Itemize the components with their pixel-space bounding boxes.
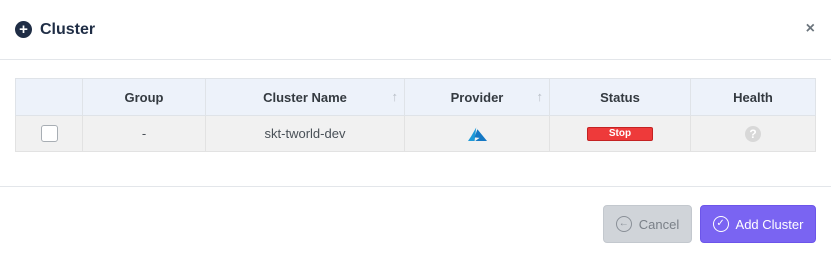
- row-select-cell: [15, 115, 83, 152]
- add-cluster-button-label: Add Cluster: [735, 216, 804, 232]
- column-header-select: [15, 78, 83, 116]
- column-header-cluster-name-label: Cluster Name: [263, 89, 347, 105]
- column-header-health[interactable]: Health: [690, 78, 816, 116]
- status-badge: Stop: [587, 127, 653, 142]
- check-circle-icon: ✓: [712, 216, 729, 232]
- column-header-status-label: Status: [600, 89, 640, 105]
- table-row[interactable]: - skt-tworld-dev Stop ?: [15, 115, 816, 152]
- column-header-group[interactable]: Group: [82, 78, 206, 116]
- cluster-name-cell: skt-tworld-dev: [205, 115, 405, 152]
- dialog-title: Cluster: [40, 20, 96, 38]
- table-header-row: Group Cluster Name ↑ Provider ↑ Status H…: [15, 78, 816, 116]
- provider-cell: [404, 115, 550, 152]
- sort-arrow-icon[interactable]: ↑: [537, 89, 544, 104]
- dialog-body: Group Cluster Name ↑ Provider ↑ Status H…: [0, 60, 831, 187]
- add-circle-icon: +: [15, 21, 32, 38]
- add-cluster-dialog: + Cluster × Group Cluster Name ↑ Provide…: [0, 0, 831, 259]
- column-header-cluster-name[interactable]: Cluster Name ↑: [205, 78, 405, 116]
- cancel-button[interactable]: ← Cancel: [603, 205, 692, 243]
- dialog-header: + Cluster ×: [0, 0, 831, 60]
- column-header-health-label: Health: [733, 89, 773, 105]
- question-icon: ?: [745, 125, 761, 142]
- column-header-group-label: Group: [124, 89, 164, 105]
- health-cell: ?: [690, 115, 816, 152]
- sort-arrow-icon[interactable]: ↑: [392, 89, 399, 104]
- column-header-provider[interactable]: Provider ↑: [404, 78, 550, 116]
- cluster-table: Group Cluster Name ↑ Provider ↑ Status H…: [15, 78, 816, 152]
- row-checkbox[interactable]: [40, 125, 58, 143]
- add-cluster-button[interactable]: ✓ Add Cluster: [700, 205, 816, 243]
- column-header-status[interactable]: Status: [549, 78, 691, 116]
- status-cell: Stop: [549, 115, 691, 152]
- group-cell: -: [82, 115, 206, 152]
- back-arrow-icon: ←: [615, 216, 632, 232]
- dialog-footer: ← Cancel ✓ Add Cluster: [0, 187, 831, 259]
- column-header-provider-label: Provider: [450, 89, 504, 105]
- azure-icon: [467, 127, 487, 142]
- cancel-button-label: Cancel: [638, 216, 680, 232]
- close-icon[interactable]: ×: [806, 20, 815, 38]
